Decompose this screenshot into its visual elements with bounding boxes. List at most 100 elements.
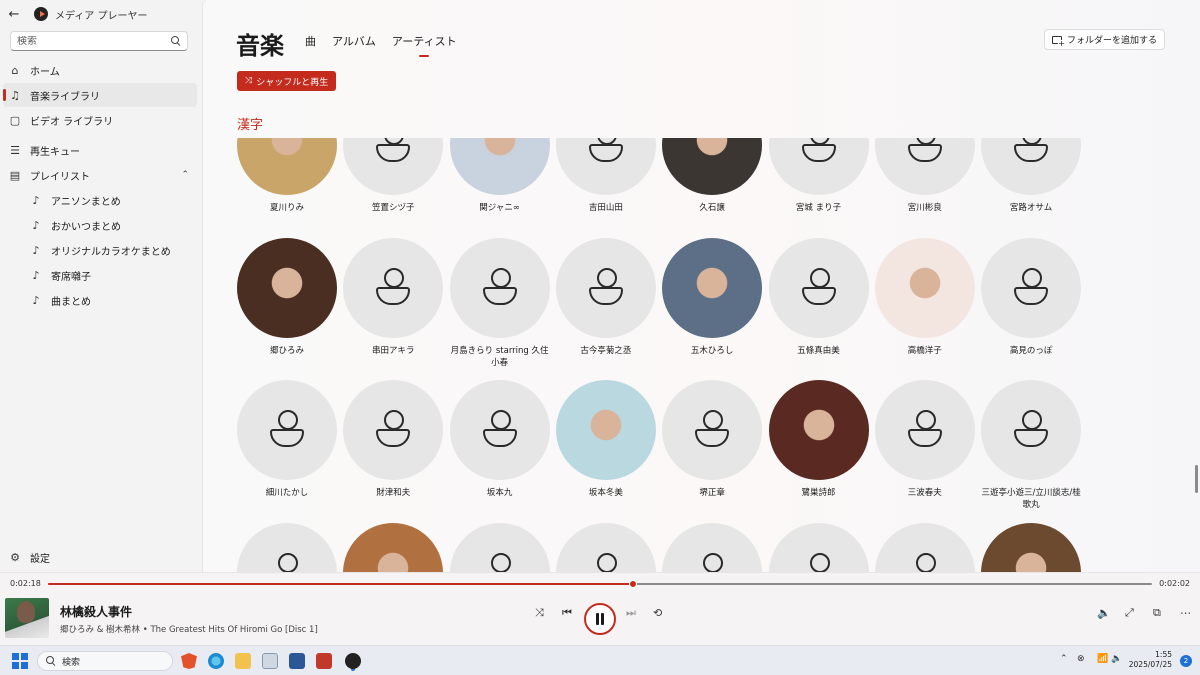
artist-placeholder[interactable] — [449, 380, 550, 480]
more-options-icon[interactable]: ⋯ — [1180, 607, 1191, 620]
sidebar-playlist-item[interactable]: ♪ オリジナルカラオケまとめ — [24, 238, 197, 262]
artist-card[interactable]: 三波春夫 — [874, 380, 975, 499]
search-box[interactable] — [10, 31, 188, 51]
artist-placeholder[interactable] — [981, 138, 1082, 195]
artist-card[interactable]: 高橋洋子 — [874, 237, 975, 357]
artist-card[interactable] — [449, 522, 550, 572]
speaker-icon[interactable]: 🔈 — [1111, 654, 1122, 664]
chevron-up-icon[interactable]: ⌃ — [181, 170, 189, 180]
artist-card[interactable]: 財津和夫 — [343, 380, 444, 499]
artist-card[interactable]: 五條真由美 — [768, 237, 869, 357]
artist-card[interactable] — [768, 522, 869, 572]
artist-card[interactable]: 坂本冬美 — [555, 380, 656, 499]
search-input[interactable] — [17, 35, 171, 47]
artist-placeholder[interactable] — [981, 237, 1082, 338]
back-button[interactable]: ← — [0, 0, 28, 28]
artist-card[interactable] — [237, 522, 337, 572]
artist-card[interactable]: 高見のっぽ — [981, 237, 1082, 357]
artist-card[interactable]: 関ジャニ∞ — [449, 138, 550, 214]
sidebar-item-play-queue[interactable]: ☰ 再生キュー — [3, 138, 197, 162]
artist-photo[interactable] — [768, 380, 869, 480]
artist-placeholder[interactable] — [343, 237, 444, 338]
artist-card[interactable]: 五木ひろし — [662, 237, 763, 357]
volume-icon[interactable]: 🔈 — [1097, 607, 1111, 620]
sidebar-playlist-item[interactable]: ♪ 曲まとめ — [24, 288, 197, 312]
artist-card[interactable]: 串田アキラ — [343, 237, 444, 357]
artist-placeholder[interactable] — [449, 237, 550, 338]
artist-placeholder[interactable] — [662, 522, 763, 572]
sidebar-item-music-library[interactable]: ♫ 音楽ライブラリ — [3, 83, 197, 107]
next-track-icon[interactable]: ⏭ — [626, 606, 636, 620]
sidebar-playlist-item[interactable]: ♪ おかいつまとめ — [24, 213, 197, 237]
artist-placeholder[interactable] — [449, 522, 550, 572]
artist-placeholder[interactable] — [768, 522, 869, 572]
artist-photo[interactable] — [237, 138, 337, 195]
notification-badge[interactable]: 2 — [1180, 655, 1192, 667]
wifi-icon[interactable]: 📶 — [1097, 654, 1108, 664]
artist-placeholder[interactable] — [662, 380, 763, 480]
artist-placeholder[interactable] — [343, 380, 444, 480]
artist-card[interactable]: 宮路オサム — [981, 138, 1082, 214]
artist-placeholder[interactable] — [555, 138, 656, 195]
tab-songs[interactable]: 曲 — [305, 33, 316, 49]
artist-card[interactable]: 宮城 まり子 — [768, 138, 869, 214]
add-folder-button[interactable]: フォルダーを追加する — [1043, 29, 1165, 50]
shuffle-toggle-icon[interactable]: ⤨ — [535, 606, 544, 620]
artist-card[interactable]: 笠置シヅ子 — [343, 138, 444, 214]
tray-app-icon[interactable]: ⊗ — [1077, 654, 1085, 664]
repeat-icon[interactable]: ⟲ — [653, 607, 662, 620]
artist-card[interactable]: 月島きらり starring 久住小春 — [449, 237, 550, 369]
search-icon[interactable] — [171, 36, 181, 46]
artist-card[interactable] — [874, 522, 975, 572]
file-explorer-icon[interactable] — [235, 653, 251, 669]
artist-card[interactable]: 郷ひろみ — [237, 237, 337, 357]
artist-placeholder[interactable] — [874, 380, 975, 480]
sidebar-item-settings[interactable]: ⚙ 設定 — [3, 545, 197, 569]
artist-placeholder[interactable] — [768, 138, 869, 195]
artist-placeholder[interactable] — [555, 237, 656, 338]
word-icon[interactable] — [289, 653, 305, 669]
artist-card[interactable] — [662, 522, 763, 572]
artist-card[interactable]: 鷺巣詩郎 — [768, 380, 869, 499]
tray-overflow-icon[interactable]: ⌃ — [1060, 654, 1068, 664]
taskbar-search[interactable]: 検索 — [37, 651, 173, 671]
clock[interactable]: 1:55 2025/07/25 — [1129, 650, 1172, 670]
artist-card[interactable]: 宮川彬良 — [874, 138, 975, 214]
artist-placeholder[interactable] — [343, 138, 444, 195]
artist-card[interactable]: 古今亭菊之丞 — [555, 237, 656, 357]
miniplayer-icon[interactable]: ⧉ — [1153, 606, 1161, 620]
artist-photo[interactable] — [874, 237, 975, 338]
sidebar-playlist-item[interactable]: ♪ アニソンまとめ — [24, 188, 197, 212]
artist-card[interactable] — [981, 522, 1082, 572]
artist-placeholder[interactable] — [874, 138, 975, 195]
artist-photo[interactable] — [343, 522, 444, 572]
artist-photo[interactable] — [662, 138, 763, 195]
play-pause-button[interactable] — [584, 603, 616, 635]
scrollbar-thumb[interactable] — [1195, 465, 1198, 493]
brave-browser-icon[interactable] — [181, 653, 197, 669]
seek-bar-thumb[interactable] — [629, 580, 638, 588]
artist-card[interactable]: 坂本九 — [449, 380, 550, 499]
album-art[interactable] — [5, 598, 49, 638]
previous-track-icon[interactable]: ⏮ — [562, 606, 572, 620]
media-app-icon[interactable] — [262, 653, 278, 669]
artist-placeholder[interactable] — [981, 380, 1082, 480]
tab-albums[interactable]: アルバム — [332, 33, 376, 49]
audio-app-icon[interactable] — [316, 653, 332, 669]
fullscreen-icon[interactable]: ⤢ — [1125, 606, 1134, 620]
artist-photo[interactable] — [555, 380, 656, 480]
media-player-taskbar-icon[interactable] — [345, 653, 361, 669]
artist-card[interactable] — [343, 522, 444, 572]
artist-placeholder[interactable] — [237, 380, 337, 480]
windows-start-icon[interactable] — [12, 653, 28, 669]
artist-card[interactable]: 三遊亭小遊三/立川談志/桂歌丸 — [981, 380, 1082, 511]
artist-photo[interactable] — [981, 522, 1082, 572]
artist-card[interactable]: 吉田山田 — [555, 138, 656, 214]
track-subtitle[interactable]: 郷ひろみ & 樹木希林 • The Greatest Hits Of Hirom… — [60, 623, 318, 635]
artist-card[interactable]: 細川たかし — [237, 380, 337, 499]
artist-placeholder[interactable] — [237, 522, 337, 572]
sidebar-item-playlists[interactable]: ▤ プレイリスト ⌃ — [3, 163, 197, 187]
artist-card[interactable]: 堺正章 — [662, 380, 763, 499]
artist-card[interactable] — [555, 522, 656, 572]
tab-artists[interactable]: アーティスト — [392, 33, 457, 49]
